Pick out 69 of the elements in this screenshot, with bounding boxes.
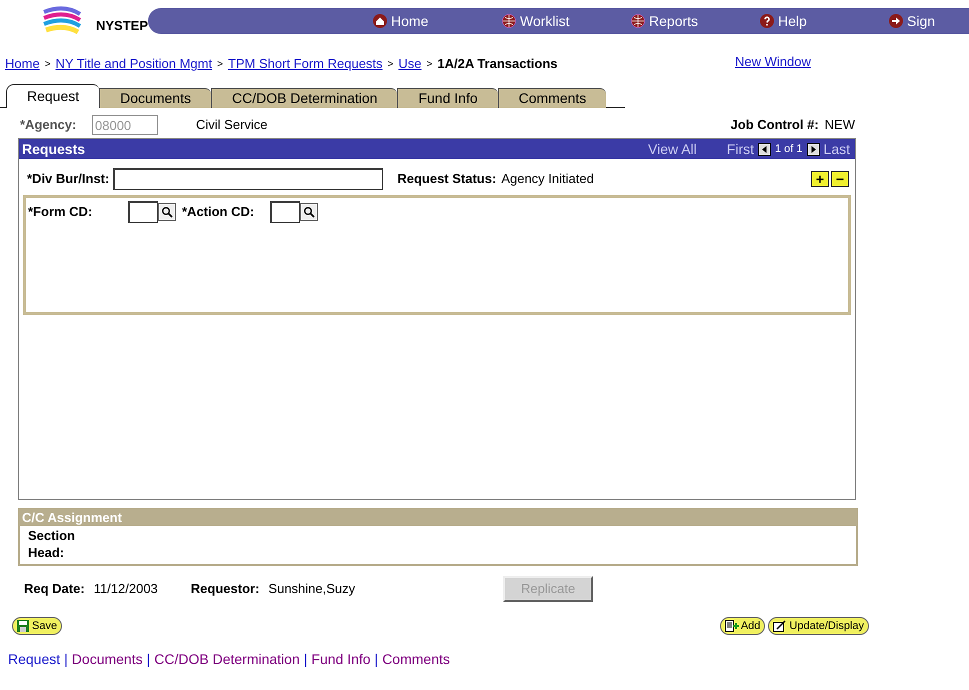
page-link[interactable]: Request: [8, 649, 60, 670]
nav-link[interactable]: Sign: [889, 10, 969, 32]
field-label: Job Control #:: [730, 116, 819, 134]
breadcrumb-separator: >: [217, 58, 223, 72]
search-icon: [303, 206, 316, 218]
add-document-icon: [724, 620, 739, 632]
view-all-link[interactable]: View All: [648, 138, 697, 160]
add-row-button[interactable]: +: [811, 171, 829, 187]
breadcrumb-link[interactable]: TPM Short Form Requests: [228, 54, 383, 74]
panel-title: Requests: [22, 140, 86, 159]
breadcrumb-link[interactable]: Use: [398, 54, 422, 74]
breadcrumb-link[interactable]: Home: [5, 54, 40, 74]
arrow-right-icon: [889, 14, 904, 28]
breadcrumb-separator: >: [426, 58, 432, 72]
link-separator: |: [146, 650, 150, 669]
search-icon: [161, 206, 173, 218]
field-label: *Div Bur/Inst:: [27, 170, 110, 188]
page-count: 1 of 1: [775, 142, 803, 157]
breadcrumb-separator: >: [388, 58, 394, 72]
breadcrumb-current: 1A/2A Transactions: [437, 55, 558, 74]
page-link[interactable]: Fund Info: [311, 649, 371, 670]
app-name: NYSTEP: [96, 17, 148, 36]
field-label: Requestor:: [190, 580, 260, 598]
link-separator: |: [64, 650, 68, 669]
field-value: NEW: [824, 116, 855, 134]
first-label: First: [726, 140, 754, 158]
new-window-link[interactable]: New Window: [735, 52, 811, 72]
arrow-left-icon[interactable]: [758, 142, 771, 156]
field-label: Section Head:: [28, 527, 76, 561]
field-label: Req Date:: [24, 580, 85, 598]
add-button[interactable]: Add: [720, 617, 766, 635]
lookup-button[interactable]: [158, 203, 176, 221]
nav-link[interactable]: Reports: [631, 10, 716, 32]
save-button[interactable]: Save: [12, 617, 62, 635]
page-link[interactable]: Comments: [382, 649, 450, 670]
tab[interactable]: Request: [6, 84, 100, 108]
help-icon: [760, 14, 774, 28]
nav-link[interactable]: Worklist: [502, 10, 586, 32]
house-icon: [373, 14, 388, 28]
field-value: Sunshine,Suzy: [268, 580, 356, 598]
field-label: *Agency:: [20, 116, 78, 134]
input-field[interactable]: [113, 168, 384, 190]
agency-name: Civil Service: [196, 116, 268, 134]
field-value: 11/12/2003: [94, 580, 158, 598]
tab[interactable]: Comments: [498, 88, 606, 108]
field-label: Request Status:: [397, 170, 496, 188]
globe-icon: [631, 14, 646, 28]
tab[interactable]: Documents: [99, 88, 211, 108]
field-value: Agency Initiated: [501, 170, 594, 188]
link-separator: |: [304, 650, 308, 669]
breadcrumb-link[interactable]: NY Title and Position Mgmt: [56, 54, 212, 74]
tab[interactable]: Fund Info: [397, 88, 498, 108]
field-label: *Form CD:: [28, 203, 94, 222]
nav-link[interactable]: Help: [760, 10, 844, 32]
nav-link[interactable]: Home: [373, 10, 458, 32]
page-link[interactable]: CC/DOB Determination: [154, 649, 300, 670]
panel-title: C/C Assignment: [22, 509, 122, 528]
last-label: Last: [824, 140, 850, 158]
page-link[interactable]: Documents: [72, 649, 143, 670]
field-label: *Action CD:: [182, 203, 254, 222]
edit-document-icon: [773, 620, 788, 632]
breadcrumb-separator: >: [44, 58, 51, 72]
update-display-button[interactable]: Update/Display: [768, 617, 869, 635]
link-separator: |: [374, 650, 378, 669]
lookup-button[interactable]: [300, 203, 318, 221]
delete-row-button[interactable]: −: [831, 171, 849, 187]
globe-icon: [502, 14, 516, 28]
tab[interactable]: CC/DOB Determination: [210, 88, 398, 108]
arrow-right-icon[interactable]: [806, 142, 820, 156]
